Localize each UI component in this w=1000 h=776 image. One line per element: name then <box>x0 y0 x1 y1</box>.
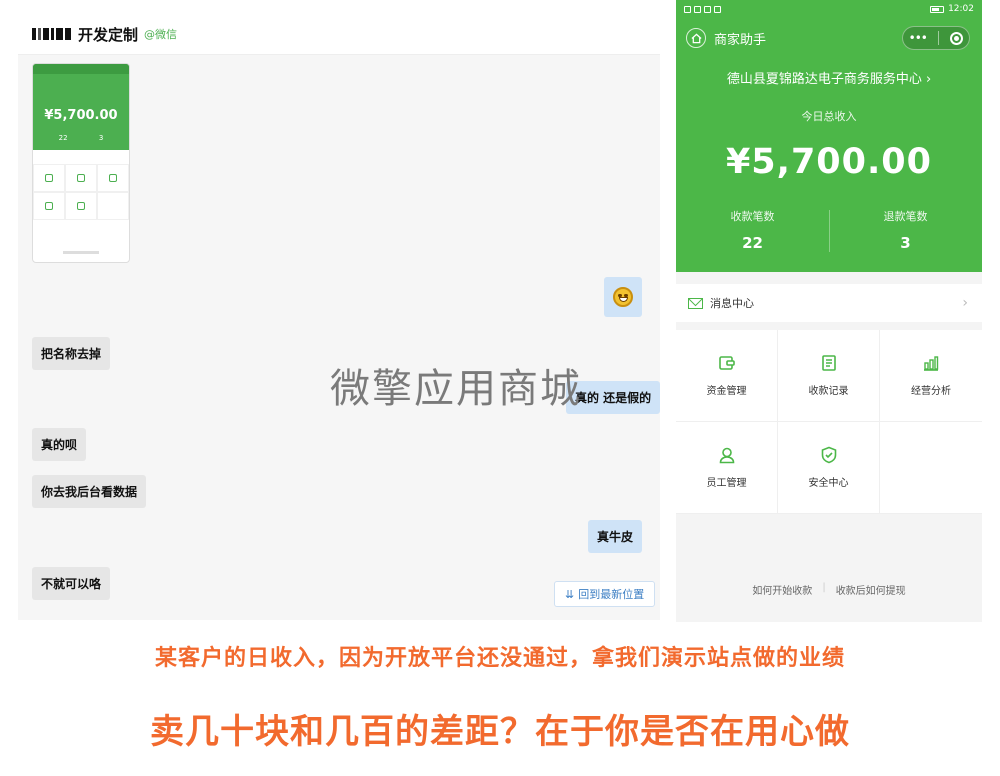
thumbnail-stats: 22 3 <box>43 134 119 142</box>
merchant-name: 德山县夏锦路达电子商务服务中心 <box>726 72 922 87</box>
help-link-start[interactable]: 如何开始收款 <box>752 582 812 597</box>
screenshot-thumbnail[interactable]: ¥5,700.00 22 3 <box>32 63 130 263</box>
message-center-label: 消息中心 <box>710 297 754 310</box>
phone-screen: 12:02 商家助手 ••• 德山县夏锦路达电子商务服务中心 › 今日总收入 ¥… <box>676 0 982 622</box>
more-icon[interactable]: ••• <box>909 31 928 45</box>
thumbnail-header: ¥5,700.00 22 3 <box>33 64 129 150</box>
message-bubble-left[interactable]: 不就可以咯 <box>32 567 111 600</box>
thumbnail-cell <box>97 192 129 220</box>
logo <box>32 27 72 41</box>
home-icon <box>690 33 702 43</box>
status-time: 12:02 <box>948 4 974 14</box>
thumbnail-status-bar <box>33 64 129 74</box>
battery-icon <box>930 5 945 13</box>
help-link-withdraw[interactable]: 收款后如何提现 <box>836 582 906 597</box>
thumbnail-cell <box>65 192 97 220</box>
emoji-sticker[interactable] <box>604 277 642 317</box>
link-separator: | <box>822 582 826 593</box>
status-bar: 12:02 <box>676 0 982 18</box>
thumbnail-amount: ¥5,700.00 <box>44 108 118 123</box>
grid-item-security[interactable]: 安全中心 <box>778 422 880 514</box>
thumbnail-stat-left: 22 <box>58 134 68 142</box>
message-bubble-left[interactable]: 把名称去掉 <box>32 337 111 370</box>
envelope-icon <box>688 297 703 309</box>
chat-header: 开发定制 @微信 <box>32 20 177 48</box>
chat-tag: @微信 <box>144 28 178 41</box>
caption-line-1: 某客户的日收入，因为开放平台还没通过，拿我们演示站点做的业绩 <box>154 646 845 671</box>
chevron-right-icon: › <box>925 72 932 87</box>
stats-row: 收款笔数 22 退款笔数 3 <box>676 204 982 260</box>
jump-to-latest-button[interactable]: ⇊ 回到最新位置 <box>554 581 656 607</box>
thumbnail-grid <box>33 164 129 220</box>
jump-to-latest-label: 回到最新位置 <box>578 588 645 601</box>
status-right: 12:02 <box>930 4 974 14</box>
income-label: 今日总收入 <box>801 110 857 123</box>
chat-panel: 开发定制 @微信 ¥5,700.00 22 3 把名称去掉 真的 还是假的 真的… <box>18 10 661 620</box>
home-button[interactable] <box>686 28 706 48</box>
staff-icon <box>718 446 736 464</box>
thumbnail-stat-right: 3 <box>98 134 104 142</box>
stat-value: 3 <box>900 234 911 252</box>
thumbnail-cell <box>65 164 97 192</box>
message-list[interactable]: ¥5,700.00 22 3 把名称去掉 真的 还是假的 真的呗 你去我后台看数… <box>18 54 661 620</box>
chart-icon <box>922 354 940 372</box>
record-icon <box>820 354 838 372</box>
stat-label: 收款笔数 <box>730 210 775 223</box>
grin-emoji-icon <box>613 287 633 307</box>
merchant-selector[interactable]: 德山县夏锦路达电子商务服务中心 › <box>676 68 982 87</box>
message-bubble-left[interactable]: 真的呗 <box>32 428 87 461</box>
status-icons <box>684 5 721 13</box>
message-center-row[interactable]: 消息中心 › <box>676 284 982 322</box>
thumbnail-footer <box>63 251 99 254</box>
function-grid: 资金管理 收款记录 经营分析 员工管理 安全中心 <box>676 330 982 514</box>
navigation-bar: 商家助手 ••• <box>676 22 982 54</box>
grid-item-label: 收款记录 <box>808 386 849 397</box>
stat-value: 22 <box>742 234 763 252</box>
grid-item-staff[interactable]: 员工管理 <box>676 422 778 514</box>
grid-item-analysis[interactable]: 经营分析 <box>880 330 982 422</box>
capsule-menu: ••• <box>902 26 970 50</box>
grid-item-label: 安全中心 <box>808 478 849 489</box>
stat-receipts[interactable]: 收款笔数 22 <box>676 204 829 260</box>
caption-line-2: 卖几十块和几百的差距？在于你是否在用心做 <box>150 712 850 752</box>
message-bubble-right[interactable]: 真牛皮 <box>588 520 643 553</box>
message-bubble-left[interactable]: 你去我后台看数据 <box>32 475 147 508</box>
chat-title: 开发定制 <box>78 25 139 44</box>
grid-item-label: 资金管理 <box>706 386 747 397</box>
thumbnail-cell <box>33 192 65 220</box>
message-bubble-right[interactable]: 真的 还是假的 <box>566 381 661 414</box>
help-links: 如何开始收款 | 收款后如何提现 <box>676 582 982 597</box>
grid-item-funds[interactable]: 资金管理 <box>676 330 778 422</box>
stat-refunds[interactable]: 退款笔数 3 <box>829 204 982 260</box>
wallet-icon <box>718 354 736 372</box>
thumbnail-cell <box>97 164 129 192</box>
double-chevron-down-icon: ⇊ <box>565 587 575 601</box>
grid-item-empty <box>880 422 982 514</box>
grid-item-label: 员工管理 <box>706 478 747 489</box>
capsule-divider <box>938 31 940 45</box>
nav-title: 商家助手 <box>714 32 767 48</box>
grid-item-records[interactable]: 收款记录 <box>778 330 880 422</box>
thumbnail-cell <box>33 164 65 192</box>
chevron-right-icon: › <box>962 295 968 311</box>
stat-label: 退款笔数 <box>883 210 928 223</box>
income-header: 12:02 商家助手 ••• 德山县夏锦路达电子商务服务中心 › 今日总收入 ¥… <box>676 0 982 272</box>
close-miniapp-icon[interactable] <box>950 31 964 45</box>
shield-icon <box>820 446 838 464</box>
income-amount: ¥5,700.00 <box>725 142 933 182</box>
grid-item-label: 经营分析 <box>911 386 951 397</box>
